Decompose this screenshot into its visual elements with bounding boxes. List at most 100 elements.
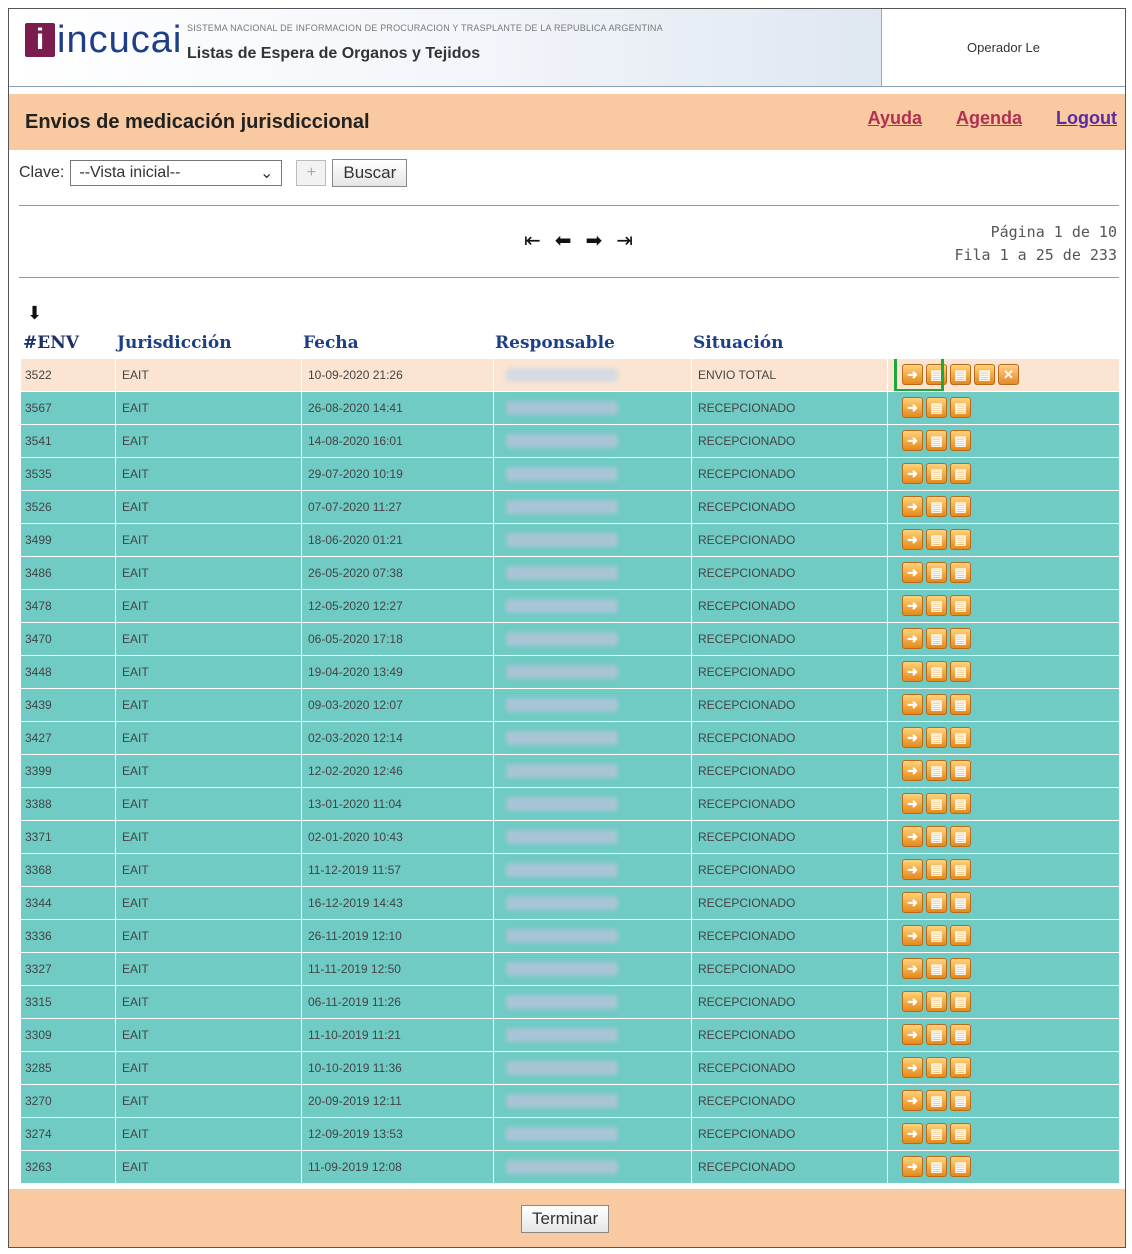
- print-icon[interactable]: ▤: [926, 562, 947, 583]
- open-icon[interactable]: ➜: [902, 1156, 923, 1177]
- print-icon[interactable]: ▤: [950, 760, 971, 781]
- open-icon[interactable]: ➜: [902, 958, 923, 979]
- table-row[interactable]: 3427 EAIT 02-03-2020 12:14 RECEPCIONADO ➜ ▤ ▤: [21, 722, 1119, 755]
- search-button[interactable]: Buscar: [332, 159, 408, 187]
- print-icon[interactable]: ▤: [926, 430, 947, 451]
- open-icon[interactable]: ➜: [902, 760, 923, 781]
- print-icon[interactable]: ▤: [950, 595, 971, 616]
- print-icon[interactable]: ▤: [926, 826, 947, 847]
- last-page-icon[interactable]: ⇥: [616, 231, 633, 251]
- open-icon[interactable]: ➜: [902, 661, 923, 682]
- open-icon[interactable]: ➜: [902, 529, 923, 550]
- sort-down-icon[interactable]: ⬇: [27, 303, 42, 324]
- col-header-env[interactable]: #ENV: [23, 333, 79, 353]
- open-icon[interactable]: ➜: [902, 595, 923, 616]
- table-row[interactable]: 3263 EAIT 11-09-2019 12:08 RECEPCIONADO ➜ ▤ ▤: [21, 1151, 1119, 1184]
- print-icon[interactable]: ▤: [926, 397, 947, 418]
- print-icon[interactable]: ▤: [926, 1024, 947, 1045]
- print-icon[interactable]: ▤: [950, 661, 971, 682]
- open-icon[interactable]: ➜: [902, 859, 923, 880]
- print-icon[interactable]: ▤: [926, 1156, 947, 1177]
- print-icon[interactable]: ▤: [926, 661, 947, 682]
- print-icon[interactable]: ▤: [926, 760, 947, 781]
- table-row[interactable]: 3522 EAIT 10-09-2020 21:26 ENVIO TOTAL ➜ ▤ ▤ ▤ ✕: [21, 359, 1119, 392]
- table-row[interactable]: 3535 EAIT 29-07-2020 10:19 RECEPCIONADO ➜ ▤ ▤: [21, 458, 1119, 491]
- print-icon[interactable]: ▤: [950, 727, 971, 748]
- open-icon[interactable]: ➜: [902, 826, 923, 847]
- first-page-icon[interactable]: ⇤: [524, 231, 541, 251]
- open-icon[interactable]: ➜: [902, 496, 923, 517]
- open-icon[interactable]: ➜: [902, 991, 923, 1012]
- print-icon[interactable]: ▤: [950, 628, 971, 649]
- table-row[interactable]: 3336 EAIT 26-11-2019 12:10 RECEPCIONADO ➜ ▤ ▤: [21, 920, 1119, 953]
- table-row[interactable]: 3270 EAIT 20-09-2019 12:11 RECEPCIONADO ➜ ▤ ▤: [21, 1085, 1119, 1118]
- print-icon[interactable]: ▤: [950, 463, 971, 484]
- print-icon[interactable]: ▤: [950, 793, 971, 814]
- print-icon[interactable]: ▤: [926, 958, 947, 979]
- print-icon[interactable]: ▤: [926, 496, 947, 517]
- table-row[interactable]: 3368 EAIT 11-12-2019 11:57 RECEPCIONADO ➜ ▤ ▤: [21, 854, 1119, 887]
- print-icon[interactable]: ▤: [950, 826, 971, 847]
- open-icon[interactable]: ➜: [902, 694, 923, 715]
- open-icon[interactable]: ➜: [902, 1024, 923, 1045]
- print-icon[interactable]: ▤: [926, 1090, 947, 1111]
- table-row[interactable]: 3470 EAIT 06-05-2020 17:18 RECEPCIONADO ➜ ▤ ▤: [21, 623, 1119, 656]
- print-icon[interactable]: ▤: [950, 364, 971, 385]
- open-icon[interactable]: ➜: [902, 397, 923, 418]
- print-icon[interactable]: ▤: [926, 628, 947, 649]
- finish-button[interactable]: Terminar: [521, 1205, 610, 1233]
- open-icon[interactable]: ➜: [902, 1090, 923, 1111]
- open-icon[interactable]: ➜: [902, 793, 923, 814]
- view-select[interactable]: --Vista inicial-- ⌄: [70, 160, 283, 186]
- print-icon[interactable]: ▤: [950, 1090, 971, 1111]
- col-header-responsable[interactable]: Responsable: [495, 333, 615, 353]
- open-icon[interactable]: ➜: [902, 562, 923, 583]
- col-header-jurisdiccion[interactable]: Jurisdicción: [117, 333, 232, 353]
- print-icon[interactable]: ▤: [950, 496, 971, 517]
- print-icon[interactable]: ▤: [950, 1123, 971, 1144]
- table-row[interactable]: 3478 EAIT 12-05-2020 12:27 RECEPCIONADO ➜ ▤ ▤: [21, 590, 1119, 623]
- table-row[interactable]: 3399 EAIT 12-02-2020 12:46 RECEPCIONADO ➜ ▤ ▤: [21, 755, 1119, 788]
- open-icon[interactable]: ➜: [902, 463, 923, 484]
- print-icon[interactable]: ▤: [950, 1024, 971, 1045]
- open-icon[interactable]: ➜: [902, 1123, 923, 1144]
- print-icon[interactable]: ▤: [926, 1123, 947, 1144]
- print-icon[interactable]: ▤: [950, 562, 971, 583]
- print-icon[interactable]: ▤: [950, 694, 971, 715]
- print-icon[interactable]: ▤: [950, 892, 971, 913]
- open-icon[interactable]: ➜: [902, 727, 923, 748]
- open-icon[interactable]: ➜: [902, 1057, 923, 1078]
- print-icon[interactable]: ▤: [926, 859, 947, 880]
- table-row[interactable]: 3486 EAIT 26-05-2020 07:38 RECEPCIONADO ➜ ▤ ▤: [21, 557, 1119, 590]
- print-icon[interactable]: ▤: [926, 463, 947, 484]
- open-icon[interactable]: ➜: [902, 430, 923, 451]
- help-link[interactable]: Ayuda: [868, 108, 922, 129]
- table-row[interactable]: 3285 EAIT 10-10-2019 11:36 RECEPCIONADO ➜ ▤ ▤: [21, 1052, 1119, 1085]
- table-row[interactable]: 3448 EAIT 19-04-2020 13:49 RECEPCIONADO ➜ ▤ ▤: [21, 656, 1119, 689]
- print-icon[interactable]: ▤: [950, 925, 971, 946]
- table-row[interactable]: 3541 EAIT 14-08-2020 16:01 RECEPCIONADO ➜ ▤ ▤: [21, 425, 1119, 458]
- table-row[interactable]: 3499 EAIT 18-06-2020 01:21 RECEPCIONADO ➜ ▤ ▤: [21, 524, 1119, 557]
- open-icon[interactable]: ➜: [902, 628, 923, 649]
- print-icon[interactable]: ▤: [926, 925, 947, 946]
- agenda-link[interactable]: Agenda: [956, 108, 1022, 129]
- print-icon[interactable]: ▤: [926, 529, 947, 550]
- add-filter-button[interactable]: +: [296, 160, 327, 186]
- open-icon[interactable]: ➜: [902, 892, 923, 913]
- print-icon[interactable]: ▤: [950, 529, 971, 550]
- print-icon[interactable]: ▤: [950, 991, 971, 1012]
- prev-page-icon[interactable]: ⬅: [555, 231, 572, 251]
- print-icon[interactable]: ▤: [950, 1057, 971, 1078]
- print-icon[interactable]: ▤: [926, 595, 947, 616]
- col-header-fecha[interactable]: Fecha: [303, 333, 359, 353]
- print-icon[interactable]: ▤: [926, 793, 947, 814]
- table-row[interactable]: 3567 EAIT 26-08-2020 14:41 RECEPCIONADO ➜ ▤ ▤: [21, 392, 1119, 425]
- table-row[interactable]: 3327 EAIT 11-11-2019 12:50 RECEPCIONADO ➜ ▤ ▤: [21, 953, 1119, 986]
- print-icon[interactable]: ▤: [926, 991, 947, 1012]
- delete-icon[interactable]: ✕: [998, 364, 1019, 385]
- table-row[interactable]: 3371 EAIT 02-01-2020 10:43 RECEPCIONADO ➜ ▤ ▤: [21, 821, 1119, 854]
- next-page-icon[interactable]: ➡: [586, 231, 603, 251]
- open-icon[interactable]: ➜: [902, 925, 923, 946]
- print-icon[interactable]: ▤: [926, 892, 947, 913]
- table-row[interactable]: 3439 EAIT 09-03-2020 12:07 RECEPCIONADO ➜ ▤ ▤: [21, 689, 1119, 722]
